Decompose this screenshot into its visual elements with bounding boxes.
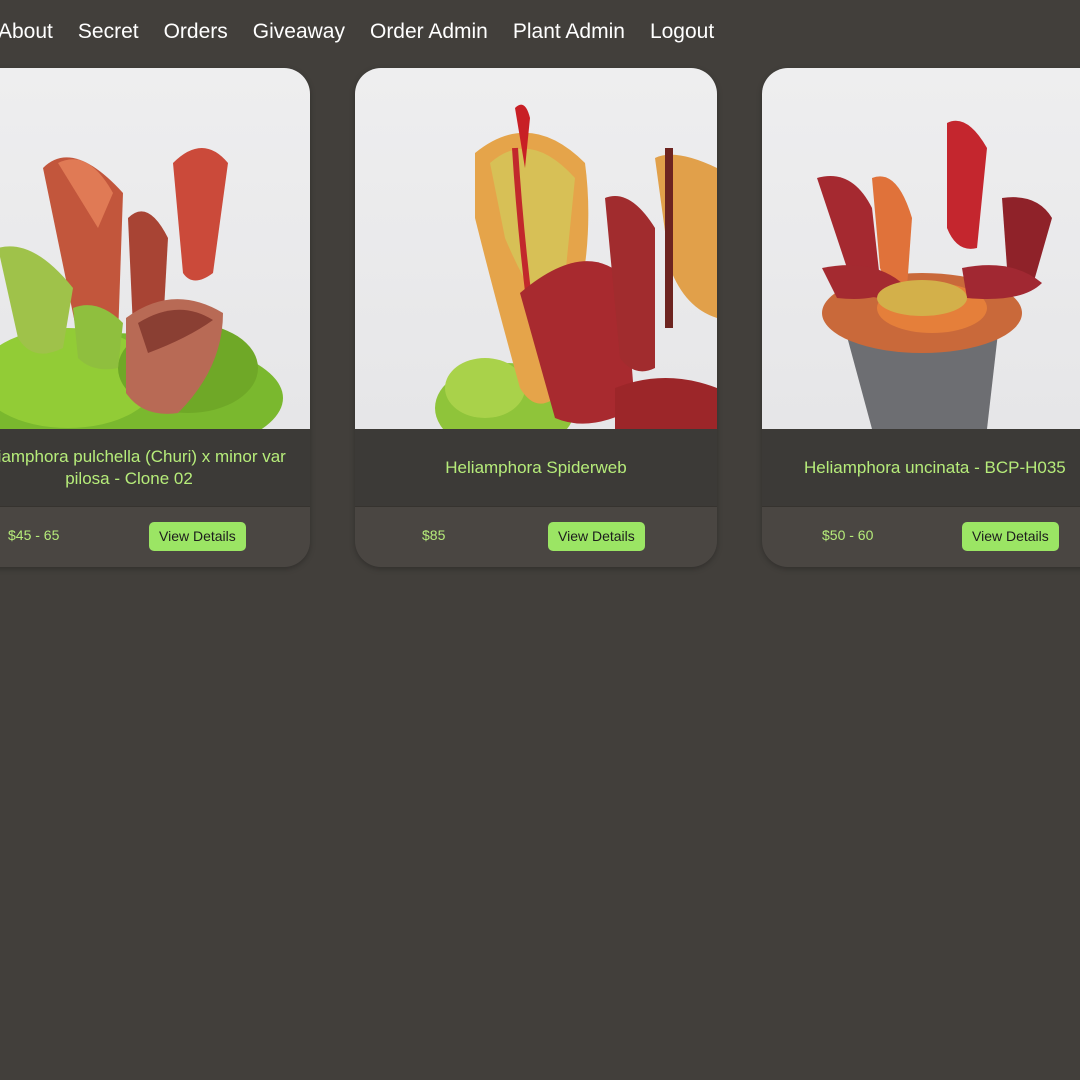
product-title[interactable]: Heliamphora Spiderweb: [437, 457, 634, 479]
nav-link-secret[interactable]: Secret: [78, 20, 139, 44]
product-image[interactable]: [762, 68, 1080, 429]
pitcher-plant-photo: [0, 148, 283, 429]
product-title-area: Heliamphora uncinata - BCP-H035: [762, 429, 1080, 506]
product-title-area: Heliamphora Spiderweb: [355, 429, 717, 506]
nav-link-plant-admin[interactable]: Plant Admin: [513, 20, 625, 44]
product-title[interactable]: Heliamphora uncinata - BCP-H035: [762, 457, 1080, 479]
product-footer: $85 View Details: [355, 506, 717, 567]
product-footer: $50 - 60 View Details: [762, 506, 1080, 567]
product-title-area: Heliamphora pulchella (Churi) x minor va…: [0, 429, 310, 506]
product-footer: $45 - 65 View Details: [0, 506, 310, 567]
product-card: Heliamphora uncinata - BCP-H035 $50 - 60…: [762, 68, 1080, 567]
nav-link-giveaway[interactable]: Giveaway: [253, 20, 345, 44]
product-card: Heliamphora pulchella (Churi) x minor va…: [0, 68, 310, 567]
product-price: $50 - 60: [822, 527, 874, 543]
pitcher-plant-photo: [817, 120, 1052, 429]
product-price: $85: [422, 527, 446, 543]
pitcher-plant-photo: [435, 104, 717, 429]
view-details-button[interactable]: View Details: [548, 522, 645, 551]
nav-link-logout[interactable]: Logout: [650, 20, 714, 44]
product-card: Heliamphora Spiderweb $85 View Details: [355, 68, 717, 567]
product-price: $45 - 65: [8, 527, 60, 543]
product-title[interactable]: Heliamphora pulchella (Churi) x minor va…: [0, 446, 310, 490]
view-details-button[interactable]: View Details: [149, 522, 246, 551]
view-details-button[interactable]: View Details: [962, 522, 1059, 551]
nav-link-about[interactable]: About: [0, 20, 53, 44]
nav-link-orders[interactable]: Orders: [164, 20, 228, 44]
product-image[interactable]: [0, 68, 310, 429]
nav-link-order-admin[interactable]: Order Admin: [370, 20, 488, 44]
main-nav: About Secret Orders Giveaway Order Admin…: [0, 14, 739, 50]
product-image[interactable]: [355, 68, 717, 429]
